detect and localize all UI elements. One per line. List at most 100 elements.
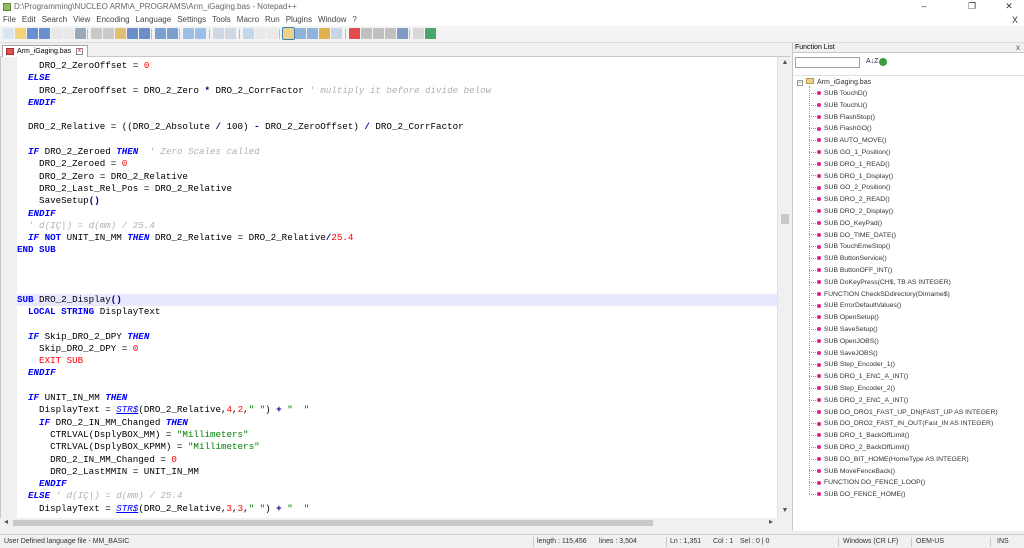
function-list-item[interactable]: SUB DO_FENCE_HOME()	[809, 489, 906, 501]
run-macro-multiple-icon[interactable]	[385, 28, 396, 39]
monitor-icon[interactable]	[331, 28, 342, 39]
function-list-item[interactable]: FUNCTION DO_FENCE_LOOP()	[809, 477, 925, 489]
function-list-item[interactable]: SUB DRO_2_Display()	[809, 206, 893, 218]
code-line[interactable]: DisplayText = STR$(DRO_2_Relative,3,3," …	[17, 503, 777, 515]
menu-settings[interactable]: Settings	[174, 14, 209, 26]
new-file-icon[interactable]	[3, 28, 14, 39]
function-list-item[interactable]: SUB GO_2_Position()	[809, 182, 891, 194]
zoom-out-icon[interactable]	[195, 28, 206, 39]
scroll-left-icon[interactable]: ◂	[4, 517, 8, 526]
function-list-item[interactable]: SUB DRO_1_Display()	[809, 171, 893, 183]
function-list-item[interactable]: SUB SaveSetup()	[809, 324, 878, 336]
code-line[interactable]: DRO_2_LastMMIN = UNIT_IN_MM	[17, 466, 777, 478]
zoom-in-icon[interactable]	[183, 28, 194, 39]
reload-icon[interactable]	[879, 58, 887, 66]
function-list-item[interactable]: SUB DRO_2_ENC_A_INT()	[809, 395, 908, 407]
code-line[interactable]: IF DRO_2_Zeroed THEN ' Zero Scales calle…	[17, 146, 777, 158]
function-search-input[interactable]	[795, 57, 860, 68]
code-line[interactable]: IF NOT UNIT_IN_MM THEN DRO_2_Relative = …	[17, 232, 777, 244]
udl-icon[interactable]	[282, 27, 295, 40]
code-line[interactable]: ENDIF	[17, 367, 777, 379]
menu-view[interactable]: View	[70, 14, 93, 26]
code-line[interactable]: IF DRO_2_IN_MM_Changed THEN	[17, 515, 777, 516]
function-list-icon[interactable]	[307, 28, 318, 39]
code-line[interactable]	[17, 281, 777, 293]
function-list-item[interactable]: SUB DO_DRO1_FAST_UP_DN(FAST_UP AS INTEGE…	[809, 407, 998, 419]
doc-map-icon[interactable]	[295, 28, 306, 39]
window-close-button[interactable]: ✕	[995, 0, 1023, 14]
code-line[interactable]: ENDIF	[17, 208, 777, 220]
sync-v-icon[interactable]	[213, 28, 224, 39]
word-wrap-icon[interactable]	[243, 28, 254, 39]
save-icon[interactable]	[27, 28, 38, 39]
code-line[interactable]	[17, 109, 777, 121]
code-line[interactable]: DRO_2_Zero = DRO_2_Relative	[17, 171, 777, 183]
scroll-up-icon[interactable]: ▲	[778, 59, 792, 66]
function-list-item[interactable]: SUB DoKeyPress(CH$, TB AS INTEGER)	[809, 277, 951, 289]
function-list-item[interactable]: SUB ButtonOFF_INT()	[809, 265, 892, 277]
code-line[interactable]: IF UNIT_IN_MM THEN	[17, 392, 777, 404]
code-line[interactable]: ENDIF	[17, 97, 777, 109]
code-line[interactable]: CTRLVAL(DsplyBOX_MM) = "Millimeters"	[17, 429, 777, 441]
function-list-item[interactable]: SUB ErrorDefaultValues()	[809, 300, 901, 312]
function-list-item[interactable]: SUB GO_1_Position()	[809, 147, 891, 159]
function-list-item[interactable]: SUB DO_TIME_DATE()	[809, 230, 896, 242]
code-line[interactable]: IF Skip_DRO_2_DPY THEN	[17, 331, 777, 343]
horizontal-scroll-thumb[interactable]	[13, 520, 653, 526]
save-macro-icon[interactable]	[397, 28, 408, 39]
folder-workspace-icon[interactable]	[319, 28, 330, 39]
menu-tools[interactable]: Tools	[209, 14, 234, 26]
menu-language[interactable]: Language	[133, 14, 175, 26]
code-line[interactable]: DRO_2_Zeroed = 0	[17, 158, 777, 170]
vertical-scroll-thumb[interactable]	[781, 214, 789, 224]
code-line[interactable]: ELSE ' d(IÇ|) = d(mm) / 25.4	[17, 490, 777, 502]
cut-icon[interactable]	[91, 28, 102, 39]
find-icon[interactable]	[155, 28, 166, 39]
code-line[interactable]: DRO_2_ZeroOffset = DRO_2_Zero * DRO_2_Co…	[17, 85, 777, 97]
copy-icon[interactable]	[103, 28, 114, 39]
sort-icon[interactable]: A↓Z	[866, 58, 878, 65]
indent-guide-icon[interactable]	[267, 28, 278, 39]
code-line[interactable]: END SUB	[17, 244, 777, 256]
function-list-item[interactable]: SUB AUTO_MOVE()	[809, 135, 887, 147]
code-line[interactable]	[17, 318, 777, 330]
code-line[interactable]	[17, 257, 777, 269]
code-line[interactable]: ENDIF	[17, 478, 777, 490]
redo-icon[interactable]	[139, 28, 150, 39]
play-macro-icon[interactable]	[373, 28, 384, 39]
menu-edit[interactable]: Edit	[19, 14, 39, 26]
function-list-item[interactable]: SUB SaveJOBS()	[809, 348, 878, 360]
code-line[interactable]: CTRLVAL(DsplyBOX_KPMM) = "Millimeters"	[17, 441, 777, 453]
spellcheck-icon[interactable]	[413, 28, 424, 39]
maximize-button[interactable]: ❐	[958, 0, 986, 14]
function-list-item[interactable]: SUB OpenSetup()	[809, 312, 879, 324]
code-line[interactable]: Skip_DRO_2_DPY = 0	[17, 343, 777, 355]
code-line[interactable]: IF DRO_2_IN_MM_Changed THEN	[17, 417, 777, 429]
scroll-down-icon[interactable]: ▼	[778, 507, 792, 514]
function-list-item[interactable]: SUB DO_DRO2_FAST_IN_OUT(Fast_IN AS INTEG…	[809, 418, 993, 430]
code-line[interactable]: EXIT SUB	[17, 355, 777, 367]
close-all-icon[interactable]	[63, 28, 74, 39]
plugin-icon[interactable]	[425, 28, 436, 39]
all-chars-icon[interactable]	[255, 28, 266, 39]
code-line[interactable]: DRO_2_Relative = ((DRO_2_Absolute / 100)…	[17, 121, 777, 133]
code-line[interactable]: −SUB DRO_2_Display()	[17, 293, 777, 306]
minimize-button[interactable]: –	[910, 0, 938, 14]
close-icon[interactable]	[51, 28, 62, 39]
code-area[interactable]: DRO_2_ZeroOffset = 0 ELSE DRO_2_ZeroOffs…	[17, 60, 777, 516]
code-line[interactable]	[17, 380, 777, 392]
function-list-item[interactable]: SUB TouchD()	[809, 88, 867, 100]
code-editor[interactable]: DRO_2_ZeroOffset = 0 ELSE DRO_2_ZeroOffs…	[0, 57, 792, 528]
code-line[interactable]: DRO_2_Last_Rel_Pos = DRO_2_Relative	[17, 183, 777, 195]
collapse-icon[interactable]: −	[797, 80, 803, 86]
function-list-item[interactable]: SUB DRO_1_READ()	[809, 159, 890, 171]
code-line[interactable]	[17, 134, 777, 146]
function-list-item[interactable]: SUB DRO_2_BackOffLimit()	[809, 442, 909, 454]
code-line[interactable]: ELSE	[17, 72, 777, 84]
stop-macro-icon[interactable]	[361, 28, 372, 39]
print-icon[interactable]	[75, 28, 86, 39]
function-list-item[interactable]: SUB ButtonService()	[809, 253, 887, 265]
sync-h-icon[interactable]	[225, 28, 236, 39]
function-list-item[interactable]: SUB DRO_1_ENC_A_INT()	[809, 371, 908, 383]
record-macro-icon[interactable]	[349, 28, 360, 39]
